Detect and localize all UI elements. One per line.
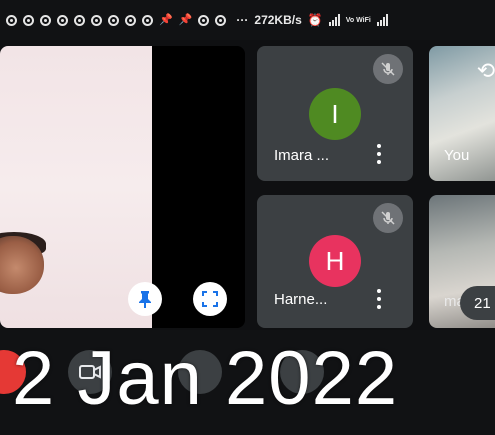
notification-icon: [108, 14, 119, 26]
main-video-tile[interactable]: [0, 46, 245, 328]
notification-icon: [74, 14, 85, 26]
alarm-icon: ⏰: [307, 13, 323, 27]
participant-tile[interactable]: H Harne...: [257, 195, 413, 328]
pin-notification-icon: 📌: [178, 13, 193, 26]
avatar: I: [309, 88, 361, 140]
notification-icon: [215, 14, 227, 26]
mic-off-icon: [373, 54, 403, 84]
signal-icon: [376, 14, 388, 26]
pin-icon[interactable]: [128, 282, 162, 316]
signal-icon: [328, 14, 340, 26]
status-right: ··· 272KB/s ⏰ Vo WiFi: [236, 13, 388, 27]
notification-icon: [40, 14, 51, 26]
status-bar: 📌 📌 ··· 272KB/s ⏰ Vo WiFi: [0, 0, 495, 40]
overflow-indicator: ···: [236, 13, 249, 27]
rotate-camera-icon[interactable]: ⟲: [471, 56, 495, 86]
main-video-feed: [0, 46, 152, 328]
more-participants-chip[interactable]: 21: [460, 286, 495, 320]
participant-tile[interactable]: I Imara ...: [257, 46, 413, 181]
avatar: H: [309, 235, 361, 287]
more-vert-icon[interactable]: [372, 289, 386, 309]
notification-icon: [23, 14, 34, 26]
notification-icon: [6, 14, 17, 26]
notification-icon: [142, 14, 153, 26]
notification-icon: [125, 14, 136, 26]
notification-icon: [57, 14, 68, 26]
notification-icon: [91, 14, 102, 26]
mic-off-icon: [373, 203, 403, 233]
notification-icon: [198, 14, 210, 26]
self-video-tile[interactable]: ⟲ You: [429, 46, 495, 181]
network-speed: 272KB/s: [254, 13, 302, 27]
meeting-screen: 📌 📌 ··· 272KB/s ⏰ Vo WiFi I Imara ... H …: [0, 0, 495, 435]
self-label: You: [444, 147, 470, 164]
vowifi-label: Vo WiFi: [345, 16, 371, 24]
participant-name: Imara ...: [274, 147, 330, 164]
more-vert-icon[interactable]: [372, 144, 386, 164]
participant-name: Harne...: [274, 291, 328, 308]
date-watermark: 2 Jan 2022: [12, 336, 399, 421]
pin-notification-icon: 📌: [159, 13, 173, 26]
fullscreen-icon[interactable]: [193, 282, 227, 316]
